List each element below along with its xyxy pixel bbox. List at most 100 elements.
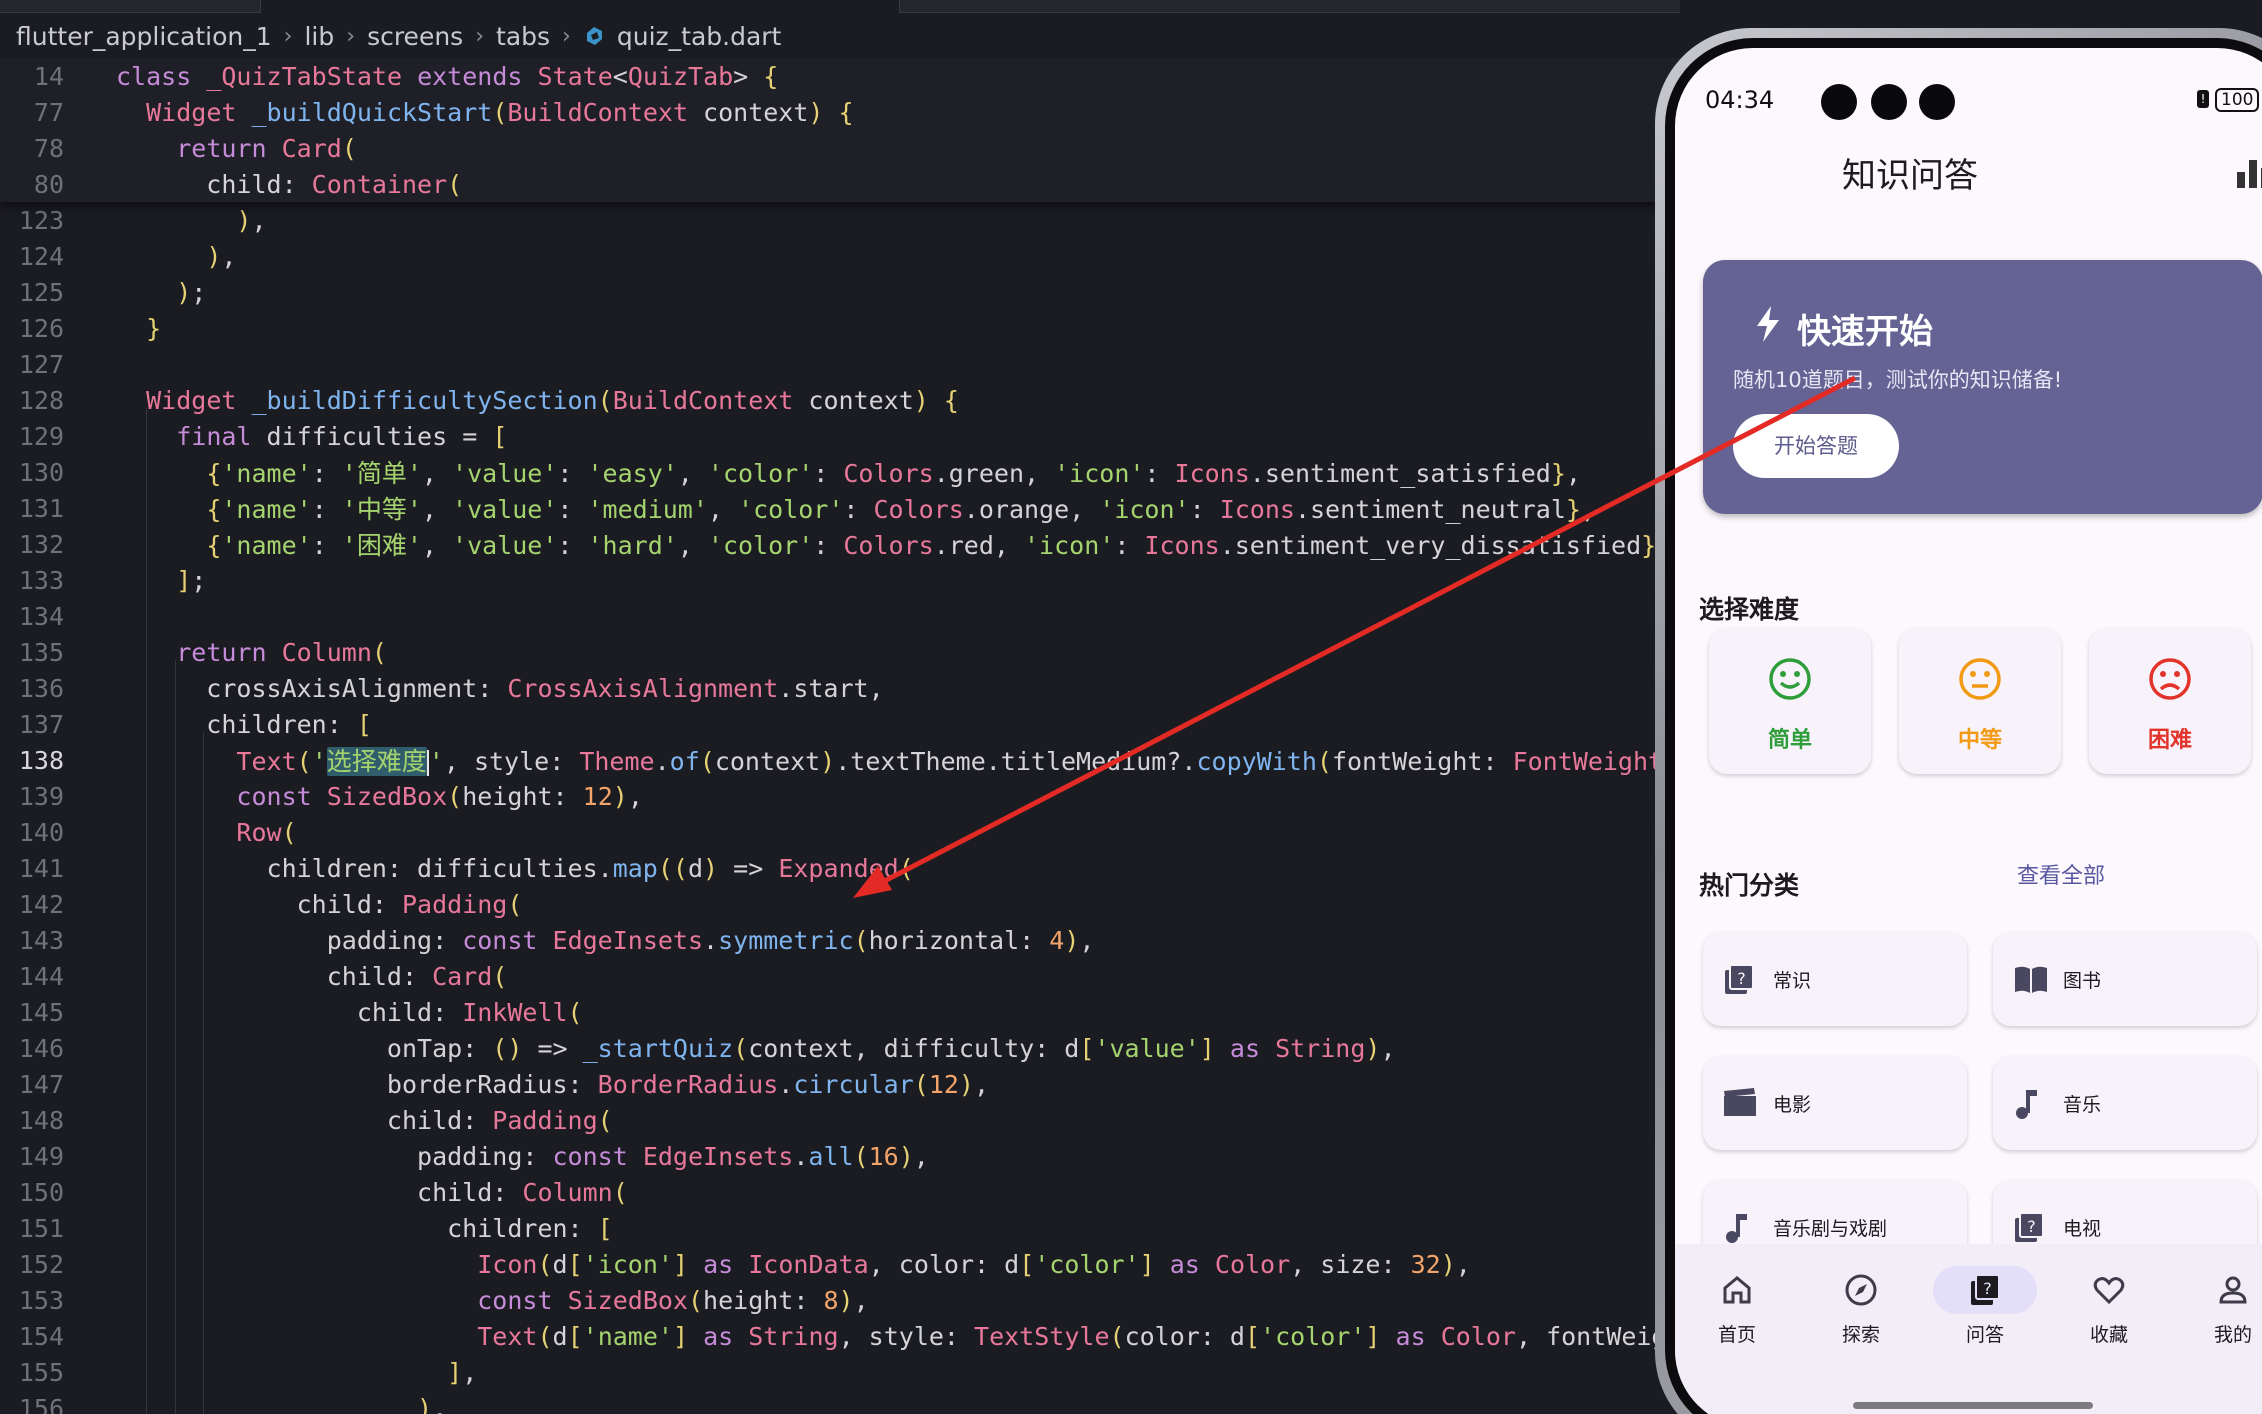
difficulty-section-title: 选择难度 [1699,595,1800,624]
breadcrumb-screens[interactable]: screens [367,22,463,51]
code-line[interactable]: 78 return Card( [0,130,1680,166]
nav-label: 我的 [2213,1324,2252,1346]
category-card[interactable]: 音乐 [1993,1056,2257,1150]
line-number: 132 [18,529,64,559]
category-card[interactable]: 电影 [1703,1056,1967,1150]
nav-item-home[interactable]: 首页 [1675,1272,1799,1347]
code-line[interactable]: 14 class _QuizTabState extends State<Qui… [0,58,1680,94]
nav-label: 收藏 [2089,1324,2128,1346]
camera-dot [1919,84,1955,120]
code-line[interactable]: 123 ), [0,202,1680,238]
svg-text:?: ? [2027,1217,2036,1236]
code-line[interactable]: 148 child: Padding( [0,1102,1680,1138]
code-line[interactable]: 140 Row( [0,814,1680,850]
category-label: 常识 [1773,970,1812,992]
line-number: 123 [18,205,64,235]
nav-item-profile[interactable]: 我的 [2171,1272,2262,1347]
code-text: children: [ [116,1213,613,1243]
see-all-link[interactable]: 查看全部 [2017,858,2105,890]
code-text: child: Column( [116,1177,628,1207]
code-line[interactable]: 125 ); [0,274,1680,310]
breadcrumb-tabs[interactable]: tabs [496,22,550,51]
code-line[interactable]: 144 child: Card( [0,958,1680,994]
code-line[interactable]: 131 {'name': '中等', 'value': 'medium', 'c… [0,490,1680,526]
line-number: 140 [18,817,64,847]
code-line[interactable]: 124 ), [0,238,1680,274]
code-line[interactable]: 154 Text(d['name'] as String, style: Tex… [0,1318,1680,1354]
difficulty-hard-card[interactable]: 困难 [2089,628,2251,774]
code-line[interactable]: 149 padding: const EdgeInsets.all(16), [0,1138,1680,1174]
code-text: ]; [176,565,207,595]
code-line[interactable]: 145 child: InkWell( [0,994,1680,1030]
alert-icon: ! [2197,90,2209,108]
breadcrumb-lib[interactable]: lib [304,22,334,51]
code-line[interactable]: 153 const SizedBox(height: 8), [0,1282,1680,1318]
code-line[interactable]: 136 crossAxisAlignment: CrossAxisAlignme… [0,670,1680,706]
code-line[interactable]: 132 {'name': '困难', 'value': 'hard', 'col… [0,526,1680,562]
status-time: 04:34 [1705,86,1775,114]
code-line[interactable]: 80 child: Container( [0,166,1680,202]
line-number: 137 [18,709,64,739]
code-line[interactable]: 143 padding: const EdgeInsets.symmetric(… [0,922,1680,958]
code-text: ), [236,205,267,235]
bar-chart-icon[interactable] [2235,156,2262,190]
code-text: Row( [236,817,297,847]
quick-start-card[interactable]: 快速开始 随机10道题目，测试你的知识储备! 开始答题 [1703,260,2262,514]
nav-label: 首页 [1717,1324,1756,1346]
code-text: crossAxisAlignment: CrossAxisAlignment.s… [116,673,884,703]
code-line[interactable]: 155 ], [0,1354,1680,1390]
category-card[interactable]: ? 常识 [1703,932,1967,1026]
code-line[interactable]: 134 [0,598,1680,634]
person-icon [2219,1276,2247,1304]
code-line[interactable]: 141 children: difficulties.map((d) => Ex… [0,850,1680,886]
line-number: 155 [18,1357,64,1387]
category-label: 电影 [1773,1094,1812,1116]
nav-item-explore[interactable]: 探索 [1799,1272,1923,1347]
code-line[interactable]: 139 const SizedBox(height: 12), [0,778,1680,814]
line-number: 141 [18,853,64,883]
sticky-scroll-header[interactable]: 14 class _QuizTabState extends State<Qui… [0,58,1680,202]
code-editor[interactable]: flutter_application_1 › lib › screens › … [0,0,1680,1414]
category-label: 电视 [2063,1218,2102,1240]
line-number: 133 [18,565,64,595]
breadcrumb-project[interactable]: flutter_application_1 [16,22,272,51]
difficulty-medium-card[interactable]: 中等 [1899,628,2061,774]
code-text: Widget _buildQuickStart(BuildContext con… [146,97,854,127]
app-screen: 04:34 ! 100 知识问答 快速开始 随机10道题目，测试你的知识储备! … [1675,48,2262,1414]
code-text: padding: const EdgeInsets.all(16), [116,1141,929,1171]
category-card[interactable]: 图书 [1993,932,2257,1026]
code-text: onTap: () => _startQuiz(context, difficu… [116,1033,1396,1063]
code-text: {'name': '中等', 'value': 'medium', 'color… [206,495,1597,524]
music-note-icon [1726,1214,1747,1243]
code-line[interactable]: 126 } [0,310,1680,346]
code-line[interactable]: 150 child: Column( [0,1174,1680,1210]
code-line[interactable]: 147 borderRadius: BorderRadius.circular(… [0,1066,1680,1102]
code-text: ), [417,1393,448,1414]
code-text: {'name': '简单', 'value': 'easy', 'color':… [206,459,1581,488]
breadcrumb: flutter_application_1 › lib › screens › … [16,18,781,54]
nav-item-favorites[interactable]: 收藏 [2047,1272,2171,1347]
nav-item-quiz[interactable]: ? 问答 [1923,1266,2047,1347]
code-line[interactable]: 142 child: Padding( [0,886,1680,922]
code-text: child: Padding( [116,1105,613,1135]
code-line-current[interactable]: 138 Text('选择难度', style: Theme.of(context… [0,742,1680,778]
code-line[interactable]: 152 Icon(d['icon'] as IconData, color: d… [0,1246,1680,1282]
difficulty-easy-card[interactable]: 简单 [1709,628,1871,774]
neutral-face-icon [1959,658,2001,700]
code-line[interactable]: 130 {'name': '简单', 'value': 'easy', 'col… [0,454,1680,490]
code-line[interactable]: 151 children: [ [0,1210,1680,1246]
category-label: 音乐剧与戏剧 [1773,1218,1888,1240]
code-line[interactable]: 129 final difficulties = [ [0,418,1680,454]
code-line[interactable]: 146 onTap: () => _startQuiz(context, dif… [0,1030,1680,1066]
code-line[interactable]: 128 Widget _buildDifficultySection(Build… [0,382,1680,418]
breadcrumb-file[interactable]: quiz_tab.dart [617,22,782,51]
start-quiz-button[interactable]: 开始答题 [1733,414,1899,478]
code-line[interactable]: 135 return Column( [0,634,1680,670]
code-line[interactable]: 133 ]; [0,562,1680,598]
code-line[interactable]: 77 Widget _buildQuickStart(BuildContext … [0,94,1680,130]
code-line[interactable]: 137 children: [ [0,706,1680,742]
code-line[interactable]: 156 ), [0,1390,1680,1414]
code-text: child: Container( [116,169,463,199]
code-line[interactable]: 127 [0,346,1680,382]
line-number: 143 [18,925,64,955]
